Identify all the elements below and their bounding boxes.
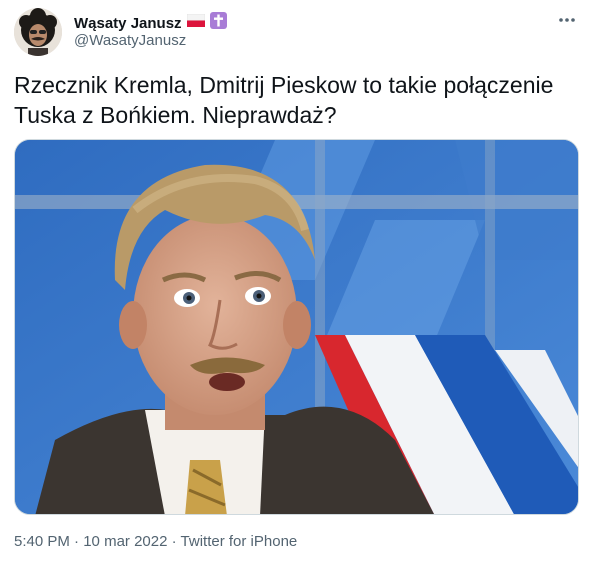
- more-options-icon[interactable]: [555, 10, 579, 30]
- tweet-source-link[interactable]: Twitter for iPhone: [181, 533, 298, 550]
- purple-cross-icon: [209, 12, 227, 34]
- tweet-photo[interactable]: [14, 139, 579, 515]
- tweet-meta: 5:40 PM · 10 mar 2022 · Twitter for iPho…: [14, 533, 297, 550]
- author-display-name[interactable]: Wąsaty Janusz: [74, 15, 182, 32]
- meta-separator: ·: [171, 533, 177, 550]
- poland-flag-icon: [186, 13, 205, 32]
- tweet-header: Wąsaty Janusz @WasatyJanusz: [14, 6, 579, 56]
- author-avatar[interactable]: [14, 8, 62, 56]
- avatar-image: [14, 8, 62, 56]
- meta-separator: ·: [74, 533, 80, 550]
- tweet-time-link[interactable]: 5:40 PM · 10 mar 2022: [14, 533, 167, 550]
- photo-image: [15, 140, 578, 514]
- tweet-text: Rzecznik Kremla, Dmitrij Pieskow to taki…: [14, 70, 574, 130]
- tweet-date: 10 mar 2022: [83, 533, 168, 550]
- tweet-text-line: Tuska z Bońkiem. Nieprawdaż?: [14, 102, 337, 128]
- tweet-time: 5:40 PM: [14, 533, 70, 550]
- tweet-text-line: Rzecznik Kremla, Dmitrij Pieskow to taki…: [14, 72, 554, 98]
- author-handle[interactable]: @WasatyJanusz: [74, 32, 186, 49]
